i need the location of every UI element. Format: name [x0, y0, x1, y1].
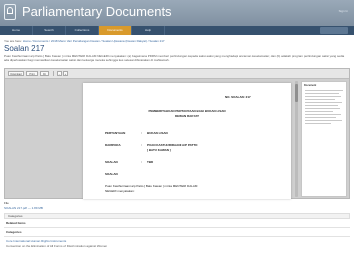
viewer-toolbar: Download Print Fit − +	[5, 69, 349, 79]
side-panel-line	[305, 96, 341, 97]
viewer-side-panel: Document	[301, 81, 347, 197]
doc-row-label: DARIPADA	[105, 143, 121, 147]
divider	[4, 236, 350, 237]
nav-item-home[interactable]: Home	[0, 26, 33, 35]
doc-question-line-2: NEGERI menyatakan:	[105, 189, 135, 193]
divider	[4, 227, 350, 228]
nav-item-search[interactable]: Search	[33, 26, 66, 35]
site-header: Parliamentary Documents Sign In	[0, 0, 354, 26]
file-download-link[interactable]: SOALAN 217.pdf — 1.89 MB	[4, 206, 43, 210]
doc-row-sep: :	[141, 160, 142, 164]
scrollbar-thumb[interactable]	[295, 84, 298, 102]
doc-row-value: [ BATU KAWAN ]	[147, 148, 171, 152]
doc-row-label: SOALAN	[105, 172, 118, 176]
side-panel-heading: Document	[304, 84, 317, 87]
side-panel-line	[305, 99, 335, 100]
site-title[interactable]: Parliamentary Documents	[22, 4, 172, 19]
related-items-label: Related Items	[6, 221, 26, 225]
side-panel-line	[305, 105, 338, 106]
zoom-in-icon[interactable]: +	[63, 71, 68, 76]
nav-item-help[interactable]: Help	[132, 26, 165, 35]
doc-row-value: BUKAN LISAN	[147, 131, 168, 135]
doc-title-line-2: DEWAN RAKYAT	[174, 114, 199, 118]
categories-label: Categories	[6, 230, 22, 234]
side-panel-line	[305, 120, 342, 121]
doc-question-number: NO. SOALAN: 217	[225, 95, 251, 99]
doc-row-value: TBD	[147, 160, 154, 164]
viewer-scrollbar[interactable]	[295, 81, 298, 197]
breadcrumb-prefix: You are here:	[4, 39, 22, 43]
main-nav: Home Search Collections Documents Help	[0, 26, 354, 35]
doc-row-value: PUAN KASTHURIRAANI A/P PATTO	[147, 143, 198, 147]
side-panel-line	[305, 102, 342, 103]
download-button[interactable]: Download	[8, 71, 24, 76]
side-panel-line	[305, 93, 339, 94]
breadcrumb-trail[interactable]: Home / Documents / 2018 Mann Vari Persid…	[23, 39, 165, 43]
category-link[interactable]: Core International Human Rights Instrume…	[6, 239, 66, 243]
page-title: Soalan 217	[4, 44, 45, 53]
side-panel-line	[305, 90, 343, 91]
file-section-label: File	[4, 201, 9, 205]
categories-toggle[interactable]: Categories	[4, 213, 350, 219]
document-viewer: Download Print Fit − + NO. SOALAN: 217 P…	[4, 68, 350, 199]
side-panel-line	[305, 111, 333, 112]
question-summary: Puan Kasthuriraani a/p Patto [ Batu Kawa…	[4, 54, 345, 62]
category-detail: Convention on the Elimination of All For…	[6, 244, 108, 248]
doc-row-label: SOALAN	[105, 160, 118, 164]
doc-question-line-1: Puan Kasthuriraani a/p Patto [ Batu Kawa…	[105, 184, 198, 188]
side-panel-line	[305, 108, 340, 109]
zoom-out-icon[interactable]: −	[57, 71, 62, 76]
doc-row-sep: :	[141, 143, 142, 147]
nav-item-collections[interactable]: Collections	[66, 26, 99, 35]
fit-button[interactable]: Fit	[40, 71, 49, 76]
doc-row-label: PERTANYAAN	[105, 131, 126, 135]
side-panel-line	[305, 114, 341, 115]
logo-dome-icon	[7, 7, 13, 14]
print-button[interactable]: Print	[26, 71, 38, 76]
doc-title-line-1: PEMBERITAHUAN PERTANYAAN BAGI BUKAN LISA…	[148, 109, 226, 113]
sign-in-link[interactable]: Sign In	[339, 9, 348, 13]
nav-item-documents[interactable]: Documents	[99, 26, 132, 35]
breadcrumb: You are here: Home / Documents / 2018 Ma…	[4, 39, 165, 43]
document-page: NO. SOALAN: 217 PEMBERITAHUAN PERTANYAAN…	[83, 83, 291, 199]
toolbar-divider	[53, 71, 54, 76]
doc-row-sep: :	[141, 131, 142, 135]
side-panel-line	[305, 117, 336, 118]
parliament-logo[interactable]	[4, 4, 16, 20]
nav-search-input[interactable]	[320, 27, 348, 34]
side-panel-line	[305, 123, 331, 124]
